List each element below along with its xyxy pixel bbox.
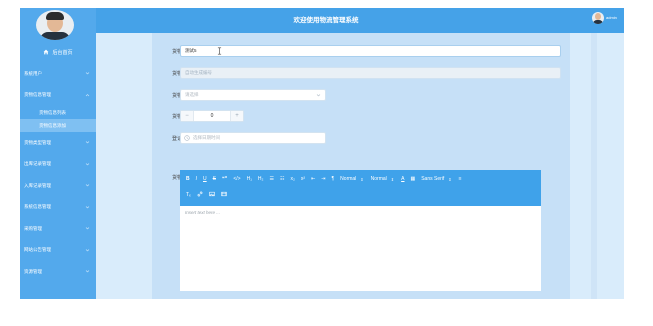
header2-button[interactable]: H₂ — [258, 176, 264, 182]
underline-button[interactable]: U — [203, 176, 207, 182]
top-bar: 欢迎使用物流管理系统 admin — [96, 8, 624, 33]
goods-name-input[interactable]: 测试5 — [180, 45, 561, 57]
font-dropdown-arrow-icon: ⇕ — [448, 176, 452, 182]
blockquote-button[interactable]: ❝❞ — [222, 176, 227, 182]
sidebar: 后台首页 系统用户 货物信息管理 货物信息列表 货物信息添加 货物类型管理 出库… — [20, 8, 96, 299]
text-cursor-icon — [217, 47, 222, 55]
sidebar-item-label: 采购管理 — [24, 225, 42, 231]
code-block-button[interactable]: </> — [233, 176, 240, 182]
admin-avatar — [36, 10, 74, 40]
sidebar-item-announcements[interactable]: 网站公告管理 — [20, 240, 96, 262]
goods-type-placeholder: 请选择 — [185, 92, 199, 97]
clock-icon — [184, 135, 190, 141]
chevron-down-icon — [85, 72, 90, 75]
video-icon[interactable] — [221, 191, 227, 199]
size-dropdown[interactable]: Normal — [340, 176, 356, 182]
sidebar-item-label: 货物类型管理 — [24, 139, 51, 145]
sidebar-item-label: 网站公告管理 — [24, 247, 51, 253]
sidebar-item-label: 资源管理 — [24, 268, 42, 274]
chevron-up-icon — [85, 93, 90, 96]
text-direction-button[interactable]: ¶ — [331, 176, 334, 182]
sidebar-item-inbound[interactable]: 入库记录管理 — [20, 175, 96, 197]
indent-button[interactable]: ⇥ — [321, 176, 325, 182]
ordered-list-button[interactable]: ☰ — [269, 176, 273, 182]
goods-type-select[interactable]: 请选择 — [180, 89, 326, 101]
chevron-down-icon — [85, 162, 90, 165]
register-time-placeholder: 选择日期时间 — [193, 135, 220, 140]
editor-content-area[interactable]: Insert text here ... — [180, 206, 541, 291]
font-dropdown[interactable]: Sans Serif — [421, 176, 444, 182]
sidebar-item-label: 货物信息列表 — [39, 109, 66, 115]
sidebar-item-label: 入库记录管理 — [24, 182, 51, 188]
sidebar-item-label: 系统信息管理 — [24, 204, 51, 210]
header-dropdown[interactable]: Normal — [371, 176, 387, 182]
strike-button[interactable]: S — [213, 176, 216, 182]
outdent-button[interactable]: ⇤ — [311, 176, 315, 182]
chevron-down-icon — [85, 141, 90, 144]
chevron-down-icon — [316, 94, 321, 97]
register-time-picker[interactable]: 选择日期时间 — [180, 132, 326, 144]
chevron-down-icon — [85, 248, 90, 251]
goods-number-placeholder: 自动生成编号 — [185, 70, 212, 75]
home-label: 后台首页 — [52, 49, 73, 56]
chevron-down-icon — [85, 227, 90, 230]
home-icon — [44, 49, 49, 55]
bold-button[interactable]: B — [186, 176, 190, 182]
background-color-button[interactable]: ▦ — [410, 176, 415, 182]
sidebar-item-label: 货物信息添加 — [39, 122, 66, 128]
user-avatar[interactable] — [592, 12, 604, 24]
editor-placeholder: Insert text here ... — [185, 210, 221, 215]
chevron-down-icon — [85, 184, 90, 187]
goods-number-input[interactable]: 自动生成编号 — [180, 67, 561, 79]
bullet-list-button[interactable]: ☷ — [280, 176, 284, 182]
header-dropdown-arrow-icon: ⇕ — [390, 176, 395, 182]
superscript-button[interactable]: x² — [301, 176, 305, 182]
sidebar-item-goods-add[interactable]: 货物信息添加 — [20, 119, 96, 132]
sidebar-item-system-users[interactable]: 系统用户 — [20, 63, 96, 85]
sidebar-item-procurement[interactable]: 采购管理 — [20, 218, 96, 240]
rich-text-editor: B I U S ❝❞ </> H₁ H₂ ☰ ☷ x₂ x² ⇤ ⇥ ¶ Nor… — [180, 170, 541, 291]
goods-name-value: 测试5 — [185, 48, 197, 53]
sidebar-item-outbound[interactable]: 出库记录管理 — [20, 154, 96, 176]
quantity-stepper[interactable]: − 0 + — [180, 110, 244, 122]
sidebar-item-goods-type[interactable]: 货物类型管理 — [20, 132, 96, 154]
scroll-track[interactable] — [591, 33, 597, 299]
sidebar-item-system-info[interactable]: 系统信息管理 — [20, 197, 96, 219]
header1-button[interactable]: H₁ — [247, 176, 252, 182]
link-icon[interactable] — [197, 191, 203, 199]
sidebar-item-label: 系统用户 — [24, 70, 42, 76]
sidebar-item-resources[interactable]: 资源管理 — [20, 261, 96, 283]
sidebar-home-link[interactable]: 后台首页 — [20, 46, 96, 58]
subscript-button[interactable]: x₂ — [290, 176, 294, 182]
image-icon[interactable] — [209, 191, 215, 199]
clear-format-button[interactable]: Tₓ — [186, 192, 191, 198]
chevron-down-icon — [85, 270, 90, 273]
size-dropdown-arrow-icon: ⇕ — [360, 176, 364, 182]
align-button[interactable]: ≡ — [459, 176, 462, 182]
sidebar-item-label: 货物信息管理 — [24, 92, 51, 98]
sidebar-item-goods-management[interactable]: 货物信息管理 — [20, 85, 96, 107]
text-color-button[interactable]: A — [401, 176, 404, 182]
sidebar-item-goods-list[interactable]: 货物信息列表 — [20, 106, 96, 119]
sidebar-item-label: 出库记录管理 — [24, 161, 51, 167]
editor-toolbar: B I U S ❝❞ </> H₁ H₂ ☰ ☷ x₂ x² ⇤ ⇥ ¶ Nor… — [180, 170, 541, 206]
chevron-down-icon — [85, 205, 90, 208]
page-title: 欢迎使用物流管理系统 — [293, 17, 359, 24]
username[interactable]: admin — [606, 15, 617, 20]
italic-button[interactable]: I — [196, 176, 197, 182]
sidebar-menu: 系统用户 货物信息管理 货物信息列表 货物信息添加 货物类型管理 出库记录管理 — [20, 63, 96, 283]
quantity-increase-button[interactable]: + — [230, 111, 243, 121]
quantity-value[interactable]: 0 — [193, 111, 231, 121]
